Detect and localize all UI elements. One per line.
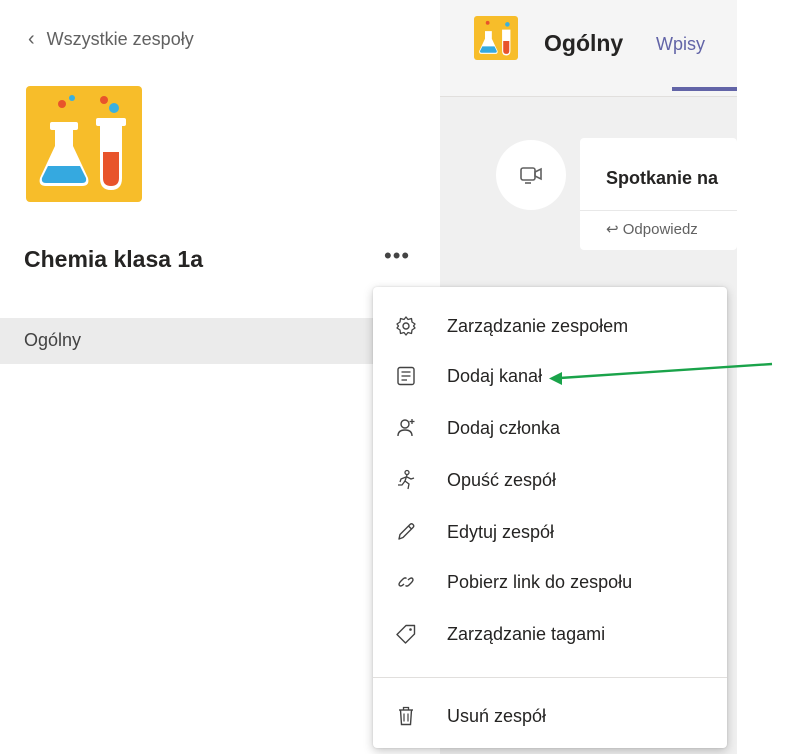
menu-item-label: Opuść zespół <box>447 470 557 490</box>
menu-item-edit-team[interactable]: Edytuj zespół <box>373 507 727 559</box>
channel-header: Ogólny Wpisy <box>440 0 737 97</box>
chemistry-flask-icon <box>479 20 511 56</box>
team-avatar <box>26 86 142 202</box>
link-icon <box>398 577 414 587</box>
menu-item-label: Edytuj zespół <box>447 522 555 542</box>
post-title: Spotkanie na <box>606 168 719 188</box>
add-member-icon <box>397 419 415 437</box>
leave-icon <box>398 469 415 490</box>
channel-icon <box>397 366 415 386</box>
team-name: Chemia klasa 1a <box>24 246 204 272</box>
reply-label: Odpowiedz <box>622 221 698 238</box>
header-team-avatar <box>474 16 518 60</box>
menu-item-leave-team[interactable]: Opuść zespół <box>373 455 727 507</box>
menu-item-delete-team[interactable]: Usuń zespół <box>373 691 727 743</box>
gear-icon <box>396 316 416 336</box>
menu-item-label: Pobierz link do zespołu <box>447 572 633 592</box>
channel-label: Ogólny <box>24 330 82 350</box>
menu-divider <box>373 677 727 678</box>
pencil-icon <box>398 523 415 540</box>
reply-button[interactable]: ↩ Odpowiedz <box>606 220 698 238</box>
tab-posts[interactable]: Wpisy <box>656 34 705 55</box>
chemistry-flask-icon <box>39 95 126 190</box>
video-camera-icon <box>520 167 542 184</box>
back-label: Wszystkie zespoły <box>46 29 194 49</box>
back-to-all-teams-link[interactable]: ‹ Wszystkie zespoły <box>28 28 194 51</box>
divider <box>580 210 737 211</box>
menu-item-manage-tags[interactable]: Zarządzanie tagami <box>373 609 727 661</box>
meeting-avatar <box>496 140 566 210</box>
menu-item-label: Usuń zespół <box>447 706 547 726</box>
menu-item-label: Dodaj członka <box>447 418 561 438</box>
menu-item-add-member[interactable]: Dodaj członka <box>373 403 727 455</box>
reply-arrow-icon: ↩ <box>606 221 619 238</box>
team-options-menu: Zarządzanie zespołem Dodaj kanał Dodaj c… <box>373 287 727 748</box>
menu-item-label: Dodaj kanał <box>447 366 543 386</box>
tag-icon <box>396 624 416 644</box>
window-edge <box>737 0 787 754</box>
more-options-button[interactable]: ••• <box>384 245 410 267</box>
active-tab-indicator <box>672 87 737 91</box>
menu-item-manage-team[interactable]: Zarządzanie zespołem <box>373 301 727 353</box>
menu-item-label: Zarządzanie zespołem <box>447 316 629 336</box>
chevron-left-icon: ‹ <box>28 28 35 50</box>
menu-item-get-link[interactable]: Pobierz link do zespołu <box>373 557 727 609</box>
trash-icon <box>399 706 413 726</box>
menu-item-add-channel[interactable]: Dodaj kanał <box>373 351 727 403</box>
menu-item-label: Zarządzanie tagami <box>447 624 606 644</box>
channel-title: Ogólny <box>544 30 624 56</box>
meeting-post-card[interactable]: Spotkanie na ↩ Odpowiedz <box>580 138 737 250</box>
